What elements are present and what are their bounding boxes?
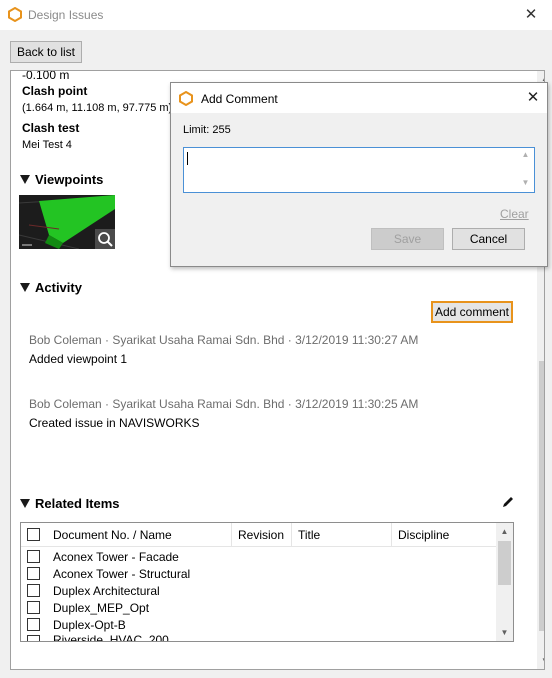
comment-textarea[interactable]: ▲ ▼ bbox=[183, 147, 535, 193]
character-limit-label: Limit: 255 bbox=[183, 124, 231, 136]
scroll-down-arrow-icon[interactable]: ▼ bbox=[517, 178, 534, 187]
column-header-title[interactable]: Title bbox=[298, 528, 320, 542]
column-divider[interactable] bbox=[291, 523, 292, 547]
column-header-document[interactable]: Document No. / Name bbox=[53, 528, 172, 542]
document-name: Riverside_HVAC_200 bbox=[53, 633, 169, 642]
activity-text: Created issue in NAVISWORKS bbox=[29, 416, 200, 430]
scroll-down-arrow-icon[interactable]: ▼ bbox=[537, 653, 544, 669]
app-logo-icon bbox=[179, 91, 193, 106]
viewpoints-heading: Viewpoints bbox=[35, 172, 104, 187]
dialog-titlebar: Add Comment ✕ bbox=[171, 83, 547, 113]
pencil-icon[interactable] bbox=[501, 495, 515, 509]
related-items-heading: Related Items bbox=[35, 496, 120, 511]
scrollbar-thumb[interactable] bbox=[498, 541, 511, 585]
add-comment-button[interactable]: Add comment bbox=[431, 301, 513, 323]
clear-link[interactable]: Clear bbox=[500, 207, 529, 221]
related-items-section-toggle[interactable]: Related Items bbox=[20, 496, 120, 511]
scroll-up-arrow-icon[interactable]: ▲ bbox=[517, 150, 534, 159]
table-header: Document No. / Name Revision Title Disci… bbox=[21, 523, 496, 547]
table-scrollbar[interactable]: ▲ ▼ bbox=[496, 523, 513, 641]
document-name: Aconex Tower - Structural bbox=[53, 567, 191, 581]
dialog-close-button[interactable]: ✕ bbox=[525, 89, 541, 107]
row-checkbox[interactable] bbox=[27, 584, 40, 597]
scroll-down-arrow-icon[interactable]: ▼ bbox=[496, 624, 513, 641]
document-name: Duplex-Opt-B bbox=[53, 618, 126, 632]
row-checkbox[interactable] bbox=[27, 550, 40, 563]
viewpoints-section-toggle[interactable]: Viewpoints bbox=[20, 172, 103, 187]
partial-value-text: -0.100 m bbox=[22, 70, 70, 82]
row-checkbox[interactable] bbox=[27, 618, 40, 631]
app-logo-icon bbox=[8, 7, 22, 22]
cancel-button[interactable]: Cancel bbox=[452, 228, 525, 250]
clash-test-label: Clash test bbox=[22, 121, 80, 135]
textarea-scrollbar[interactable]: ▲ ▼ bbox=[517, 148, 534, 192]
viewpoint-thumbnail[interactable] bbox=[19, 195, 115, 249]
row-checkbox[interactable] bbox=[27, 635, 40, 641]
activity-text: Added viewpoint 1 bbox=[29, 352, 128, 366]
clash-test-value: Mei Test 4 bbox=[22, 139, 72, 151]
clash-point-value: (1.664 m, 11.108 m, 97.775 m) bbox=[22, 102, 173, 114]
window-titlebar: Design Issues ✕ bbox=[0, 0, 552, 30]
column-header-revision[interactable]: Revision bbox=[238, 528, 284, 542]
scrollbar-thumb[interactable] bbox=[539, 361, 544, 631]
scroll-up-arrow-icon[interactable]: ▲ bbox=[496, 523, 513, 540]
save-button[interactable]: Save bbox=[371, 228, 444, 250]
collapse-triangle-icon bbox=[20, 175, 30, 184]
column-header-discipline[interactable]: Discipline bbox=[398, 528, 449, 542]
window-title: Design Issues bbox=[28, 8, 104, 22]
related-items-table: Document No. / Name Revision Title Disci… bbox=[20, 522, 514, 642]
document-name: Duplex_MEP_Opt bbox=[53, 601, 150, 615]
activity-meta: Bob Coleman · Syarikat Usaha Ramai Sdn. … bbox=[29, 397, 419, 411]
add-comment-dialog: Add Comment ✕ Limit: 255 ▲ ▼ Clear Save … bbox=[170, 82, 548, 267]
clash-point-label: Clash point bbox=[22, 84, 88, 98]
column-divider[interactable] bbox=[391, 523, 392, 547]
column-divider[interactable] bbox=[231, 523, 232, 547]
row-checkbox[interactable] bbox=[27, 601, 40, 614]
collapse-triangle-icon bbox=[20, 499, 30, 508]
document-name: Aconex Tower - Facade bbox=[53, 550, 179, 564]
window-close-button[interactable]: ✕ bbox=[522, 6, 540, 24]
magnifier-icon bbox=[98, 232, 113, 247]
select-all-checkbox[interactable] bbox=[27, 528, 40, 541]
text-caret bbox=[187, 152, 188, 165]
zoom-viewpoint-button[interactable] bbox=[95, 229, 115, 249]
document-name: Duplex Architectural bbox=[53, 584, 160, 598]
activity-meta: Bob Coleman · Syarikat Usaha Ramai Sdn. … bbox=[29, 333, 419, 347]
dialog-title: Add Comment bbox=[201, 92, 278, 106]
activity-heading: Activity bbox=[35, 280, 82, 295]
collapse-triangle-icon bbox=[20, 283, 30, 292]
activity-section-toggle[interactable]: Activity bbox=[20, 280, 82, 295]
row-checkbox[interactable] bbox=[27, 567, 40, 580]
back-to-list-button[interactable]: Back to list bbox=[10, 41, 82, 63]
